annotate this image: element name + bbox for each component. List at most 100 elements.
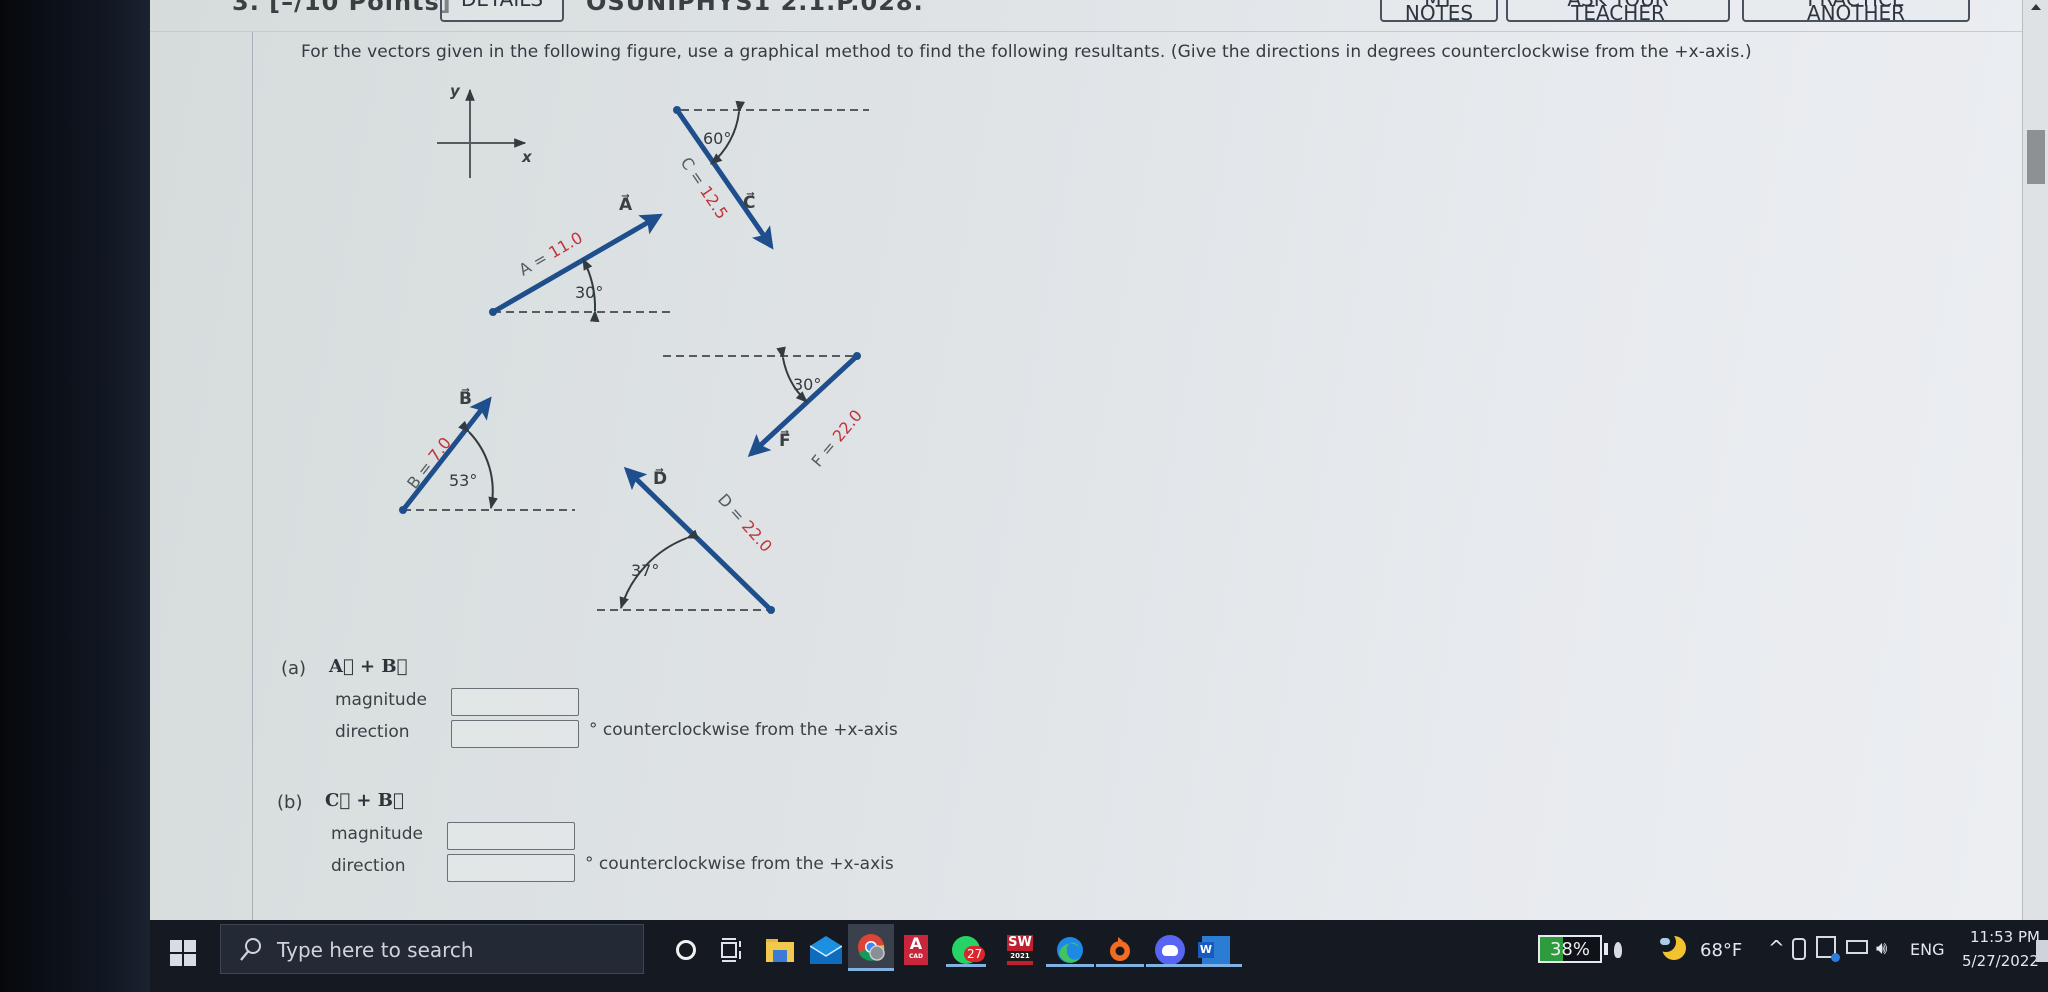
scroll-thumb[interactable] bbox=[2027, 130, 2045, 184]
meet-now-icon[interactable] bbox=[1792, 938, 1806, 960]
clock-date[interactable]: 5/27/2022 bbox=[1962, 952, 2039, 970]
vector-c-tail bbox=[673, 106, 681, 114]
vector-a: 30° A⃗ A = 11.0 bbox=[489, 193, 673, 322]
part-b-label: (b) bbox=[277, 792, 303, 813]
part-b-magnitude-input[interactable] bbox=[447, 822, 575, 850]
vector-b-magnitude: B = 7.0 bbox=[403, 433, 455, 492]
vector-a-magnitude: A = 11.0 bbox=[516, 228, 586, 280]
part-b-direction-input[interactable] bbox=[447, 854, 575, 882]
battery-nub bbox=[1604, 943, 1608, 955]
ask-teacher-label: ASK YOUR TEACHER bbox=[1567, 0, 1668, 22]
my-notes-button[interactable]: MY NOTES bbox=[1380, 0, 1498, 22]
chrome-icon[interactable] bbox=[848, 924, 894, 970]
vector-f: 30° F⃗ F = 22.0 bbox=[663, 346, 867, 471]
mail-icon[interactable] bbox=[806, 930, 846, 970]
part-a-magnitude-input[interactable] bbox=[451, 688, 579, 716]
vector-f-tail bbox=[853, 352, 861, 360]
word-letter: W bbox=[1198, 942, 1214, 958]
axes-legend: x y bbox=[437, 82, 533, 178]
y-axis-label: y bbox=[450, 82, 461, 100]
clock-time[interactable]: 11:53 PM bbox=[1970, 928, 2040, 946]
network-icon[interactable] bbox=[1846, 940, 1868, 954]
part-b-expression: C⃗ + B⃗ bbox=[325, 790, 404, 811]
question-number: 3. [–/10 Points] bbox=[232, 0, 452, 16]
vector-f-angle-label: 30° bbox=[793, 375, 821, 394]
weather-moon-icon[interactable] bbox=[1656, 932, 1686, 962]
part-b-direction-label: direction bbox=[331, 856, 406, 876]
vector-a-angle-label: 30° bbox=[575, 283, 603, 302]
autocad-icon[interactable]: A CAD bbox=[896, 930, 936, 970]
vector-a-tail bbox=[489, 308, 497, 316]
word-running-indicator bbox=[1194, 964, 1242, 967]
vector-c-angle-label: 60° bbox=[703, 129, 731, 148]
taskbar-search-box[interactable]: Type here to search bbox=[220, 924, 644, 974]
details-button-label: DETAILS bbox=[461, 0, 543, 11]
battery-indicator[interactable]: 38% bbox=[1538, 935, 1602, 963]
vertical-scrollbar[interactable] bbox=[2022, 0, 2048, 920]
part-b-direction-unit: ° counterclockwise from the +x-axis bbox=[585, 854, 894, 874]
windows-taskbar: Type here to search A CAD 27 SW 2021 W 3… bbox=[150, 920, 2048, 992]
vector-c-label: C⃗ bbox=[743, 191, 755, 213]
vector-b-angle-label: 53° bbox=[449, 471, 477, 490]
vector-d-label: D⃗ bbox=[653, 467, 667, 489]
vector-b-tail bbox=[399, 506, 407, 514]
vector-b: 53° B⃗ B = 7.0 bbox=[399, 387, 575, 514]
whatsapp-badge: 27 bbox=[964, 946, 986, 962]
battery-percent: 38% bbox=[1549, 939, 1590, 960]
vector-b-label: B⃗ bbox=[459, 387, 472, 409]
chrome-active-indicator bbox=[848, 968, 894, 971]
vector-a-label: A⃗ bbox=[619, 193, 633, 215]
vector-d-tail bbox=[767, 606, 775, 614]
solidworks-letters: SW bbox=[1008, 935, 1032, 950]
vector-d-angle-label: 37° bbox=[631, 561, 659, 580]
whatsapp-running-indicator bbox=[946, 964, 986, 967]
cortana-circle-icon[interactable] bbox=[666, 930, 706, 970]
part-b-magnitude-label: magnitude bbox=[331, 824, 423, 844]
practice-another-button[interactable]: PRACTICE ANOTHER bbox=[1742, 0, 1970, 22]
search-icon bbox=[240, 938, 261, 961]
vector-b-angle-arc bbox=[458, 420, 498, 510]
discord-running-indicator bbox=[1146, 964, 1194, 967]
vector-d: 37° D⃗ D = 22.0 bbox=[597, 467, 776, 614]
part-a-expression: A⃗ + B⃗ bbox=[329, 656, 408, 677]
part-a-direction-input[interactable] bbox=[451, 720, 579, 748]
volume-speaker-icon[interactable]: 🔊︎ bbox=[1876, 938, 1887, 959]
show-hidden-icons-chevron-up-icon[interactable]: ^ bbox=[1768, 936, 1785, 960]
vector-f-magnitude: F = 22.0 bbox=[808, 406, 867, 471]
battery-saver-leaf-icon bbox=[1614, 942, 1622, 958]
vector-f-label: F⃗ bbox=[779, 429, 791, 451]
ask-teacher-button[interactable]: ASK YOUR TEACHER bbox=[1506, 0, 1730, 22]
details-button[interactable]: DETAILS bbox=[440, 0, 564, 22]
input-language[interactable]: ENG bbox=[1910, 940, 1944, 959]
autocad-letter: A bbox=[909, 934, 923, 953]
solidworks-year: 2021 bbox=[1007, 951, 1033, 961]
search-placeholder: Type here to search bbox=[277, 938, 474, 962]
my-notes-label: MY NOTES bbox=[1404, 0, 1474, 22]
windows-start-icon[interactable] bbox=[170, 940, 196, 966]
notification-center-icon[interactable] bbox=[2036, 940, 2048, 962]
part-a-direction-label: direction bbox=[335, 722, 410, 742]
task-view-icon[interactable] bbox=[712, 930, 752, 970]
part-a-magnitude-label: magnitude bbox=[335, 690, 427, 710]
vector-figure: x y 30° A⃗ A = 11.0 60° C⃗ C = 12.5 53° … bbox=[399, 82, 869, 614]
autocad-subtext: CAD bbox=[908, 953, 924, 960]
vector-c-magnitude: C = 12.5 bbox=[677, 154, 732, 223]
question-panel: For the vectors given in the following f… bbox=[252, 32, 2022, 920]
weather-temperature[interactable]: 68°F bbox=[1700, 940, 1742, 961]
file-explorer-folder-icon[interactable] bbox=[760, 930, 800, 970]
vector-c: 60° C⃗ C = 12.5 bbox=[673, 100, 869, 250]
practice-another-label: PRACTICE ANOTHER bbox=[1806, 0, 1906, 22]
remote-desktop-icon[interactable] bbox=[1816, 936, 1840, 962]
vector-d-magnitude: D = 22.0 bbox=[714, 490, 776, 556]
part-a-direction-unit: ° counterclockwise from the +x-axis bbox=[589, 720, 898, 740]
screen-bezel bbox=[0, 0, 150, 992]
browser-viewport: 3. [–/10 Points] DETAILS OSUNIPHYS1 2.1.… bbox=[150, 0, 2048, 920]
solidworks-icon[interactable]: SW 2021 bbox=[1000, 930, 1040, 970]
edge-running-indicator bbox=[1046, 964, 1094, 967]
origin-running-indicator bbox=[1096, 964, 1144, 967]
question-header: 3. [–/10 Points] DETAILS OSUNIPHYS1 2.1.… bbox=[150, 0, 2048, 32]
problem-id: OSUNIPHYS1 2.1.P.028. bbox=[586, 0, 924, 16]
part-a-label: (a) bbox=[281, 658, 307, 679]
x-axis-label: x bbox=[521, 148, 533, 166]
scroll-up-arrow-icon[interactable] bbox=[2031, 4, 2041, 10]
